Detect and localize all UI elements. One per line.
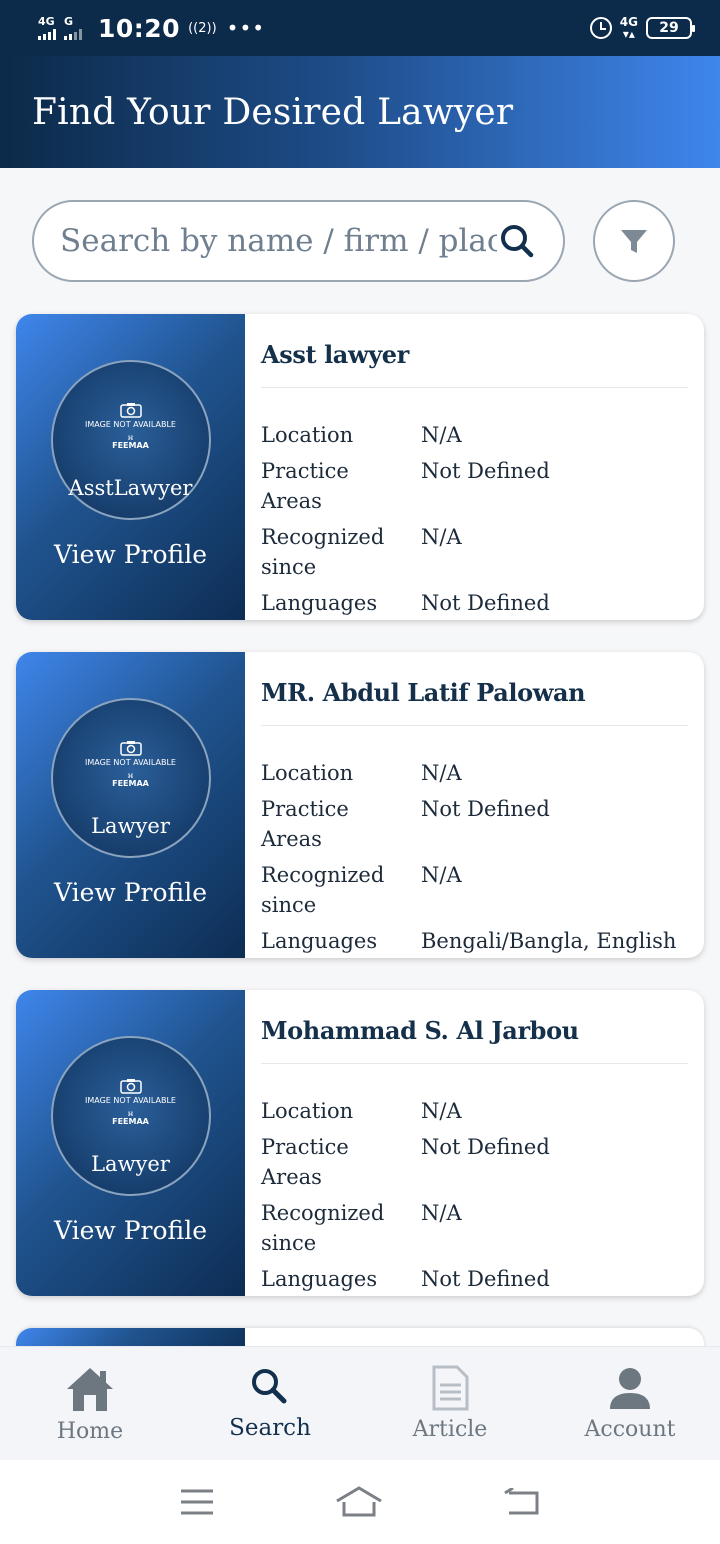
languages-label: Languages — [261, 1267, 378, 1291]
image-not-available-text: IMAGE NOT AVAILABLE — [85, 420, 176, 429]
signal-2: G — [64, 16, 82, 40]
avatar-alt-text: Lawyer — [91, 814, 170, 838]
lawyer-info-grid: Location N/A Practice Areas Not Defined … — [261, 1096, 688, 1294]
location-label: Location — [261, 1099, 354, 1123]
search-icon — [252, 1369, 287, 1404]
network-type-1: 4G — [38, 15, 55, 28]
practice-areas-label: Practice Areas — [261, 797, 349, 851]
nav-search-label: Search — [229, 1415, 311, 1441]
lawyer-card-details: Asst lawyer Location N/A Practice Areas … — [245, 314, 704, 620]
brand-logo: ⌘ FEEMAA — [112, 773, 149, 788]
location-value: N/A — [421, 423, 462, 447]
filter-icon — [621, 230, 647, 253]
lawyer-name[interactable]: MR. Abdul Latif Palowan — [261, 678, 688, 726]
bottom-navigation: Home Search Article Account — [0, 1346, 720, 1460]
article-icon — [432, 1365, 469, 1411]
search-icon[interactable] — [497, 221, 537, 261]
nav-account-label: Account — [584, 1417, 676, 1442]
image-not-available-text: IMAGE NOT AVAILABLE — [85, 1096, 176, 1105]
languages-value: Not Defined — [421, 1267, 550, 1291]
practice-areas-value: Not Defined — [421, 1135, 550, 1159]
recognized-since-value: N/A — [421, 863, 462, 887]
page-title: Find Your Desired Lawyer — [32, 91, 514, 133]
lawyer-card[interactable]: IMAGE NOT AVAILABLE ⌘ FEEMAA Lawyer View … — [16, 990, 704, 1296]
recognized-since-label: Recognized since — [261, 863, 385, 917]
camera-icon — [119, 403, 142, 418]
practice-areas-value: Not Defined — [421, 797, 550, 821]
location-value: N/A — [421, 1099, 462, 1123]
lawyer-avatar[interactable]: IMAGE NOT AVAILABLE ⌘ FEEMAA AsstLawyer — [50, 360, 211, 520]
filter-button[interactable] — [593, 200, 675, 282]
lawyer-info-grid: Location N/A Practice Areas Not Defined … — [261, 420, 688, 618]
languages-label: Languages — [261, 929, 378, 953]
back-icon[interactable] — [503, 1488, 541, 1516]
menu-icon[interactable] — [179, 1488, 215, 1516]
lawyer-card-image-panel: IMAGE NOT AVAILABLE ⌘ FEEMAA Lawyer View … — [16, 990, 245, 1296]
lawyer-card-details: Mohammad S. Al Jarbou Location N/A Pract… — [245, 990, 704, 1296]
nav-search[interactable]: Search — [180, 1347, 360, 1460]
home-icon — [67, 1368, 113, 1411]
languages-label: Languages — [261, 591, 378, 615]
search-input[interactable] — [60, 223, 497, 259]
camera-icon — [119, 1079, 142, 1094]
lawyer-card[interactable]: IMAGE NOT AVAILABLE ⌘ FEEMAA Lawyer View … — [16, 652, 704, 958]
languages-value: Bengali/Bangla, English — [421, 929, 677, 953]
nav-article[interactable]: Article — [360, 1347, 540, 1460]
brand-logo: ⌘ FEEMAA — [112, 435, 149, 450]
signal-1: 4G — [38, 16, 56, 40]
recognized-since-label: Recognized since — [261, 1201, 385, 1255]
nav-article-label: Article — [412, 1417, 488, 1442]
lawyer-card-image-panel: IMAGE NOT AVAILABLE ⌘ FEEMAA Lawyer View … — [16, 652, 245, 958]
lawyer-name[interactable]: Mohammad S. Al Jarbou — [261, 1016, 688, 1064]
more-notifications-icon: ••• — [226, 16, 266, 40]
lawyer-card[interactable]: IMAGE NOT AVAILABLE ⌘ FEEMAA AsstLawyer V… — [16, 314, 704, 620]
languages-value: Not Defined — [421, 591, 550, 615]
network-4g: 4G ▾▴ — [619, 15, 638, 41]
brand-logo: ⌘ FEEMAA — [112, 1111, 149, 1126]
recognized-since-value: N/A — [421, 525, 462, 549]
status-bar: 4G G 10:20 ((2)) ••• 4G ▾▴ 29 — [0, 0, 720, 56]
account-icon — [610, 1368, 650, 1409]
location-value: N/A — [421, 761, 462, 785]
lawyer-avatar[interactable]: IMAGE NOT AVAILABLE ⌘ FEEMAA Lawyer — [50, 1036, 211, 1196]
view-profile-link[interactable]: View Profile — [54, 878, 207, 907]
lawyer-info-grid: Location N/A Practice Areas Not Defined … — [261, 758, 688, 956]
image-not-available-text: IMAGE NOT AVAILABLE — [85, 758, 176, 767]
lawyer-card-image-panel: IMAGE NOT AVAILABLE ⌘ FEEMAA AsstLawyer V… — [16, 314, 245, 620]
nav-home[interactable]: Home — [0, 1347, 180, 1460]
nav-account[interactable]: Account — [540, 1347, 720, 1460]
practice-areas-value: Not Defined — [421, 459, 550, 483]
battery-level: 29 — [659, 20, 679, 36]
system-navigation-bar — [0, 1460, 720, 1544]
app-header: Find Your Desired Lawyer — [0, 56, 720, 168]
view-profile-link[interactable]: View Profile — [54, 540, 207, 569]
home-system-icon[interactable] — [334, 1485, 384, 1519]
alarm-icon — [589, 17, 612, 39]
avatar-alt-text: AsstLawyer — [68, 476, 193, 500]
practice-areas-label: Practice Areas — [261, 459, 349, 513]
camera-icon — [119, 741, 142, 756]
lawyer-card-details: MR. Abdul Latif Palowan Location N/A Pra… — [245, 652, 704, 958]
recognized-since-value: N/A — [421, 1201, 462, 1225]
network-type-2: G — [64, 15, 74, 28]
location-label: Location — [261, 761, 354, 785]
hotspot-icon: ((2)) — [188, 20, 217, 36]
avatar-alt-text: Lawyer — [91, 1152, 170, 1176]
lawyer-avatar[interactable]: IMAGE NOT AVAILABLE ⌘ FEEMAA Lawyer — [50, 698, 211, 858]
battery-icon: 29 — [646, 17, 695, 39]
lawyer-name[interactable]: Asst lawyer — [261, 340, 688, 388]
practice-areas-label: Practice Areas — [261, 1135, 349, 1189]
location-label: Location — [261, 423, 354, 447]
clock: 10:20 — [98, 13, 181, 43]
view-profile-link[interactable]: View Profile — [54, 1216, 207, 1245]
recognized-since-label: Recognized since — [261, 525, 385, 579]
search-bar[interactable] — [32, 200, 565, 282]
nav-home-label: Home — [56, 1419, 124, 1444]
